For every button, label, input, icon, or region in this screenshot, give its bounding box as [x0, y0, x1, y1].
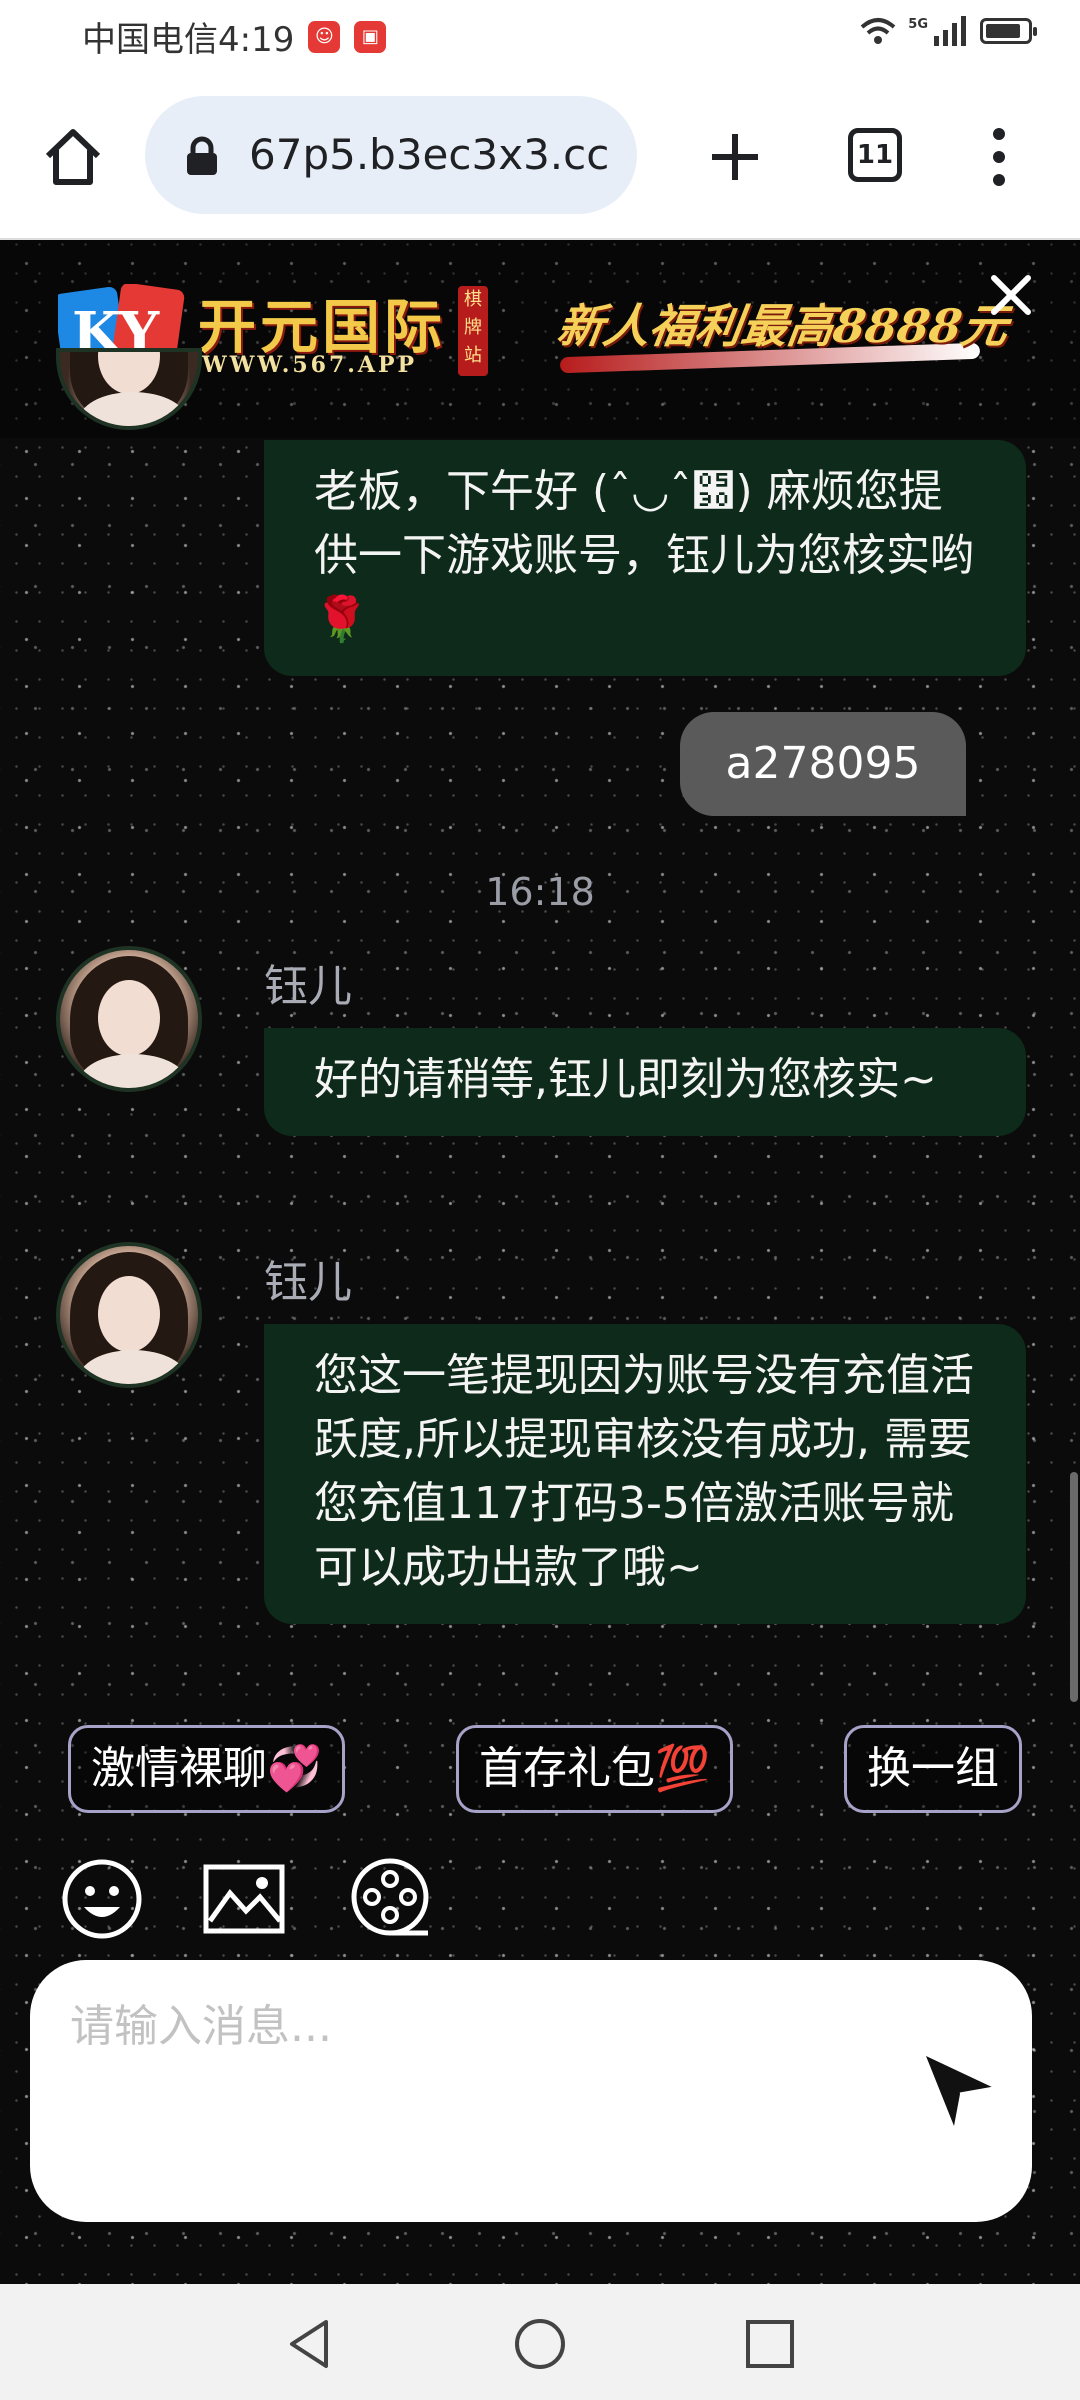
- notification-app-icon-2: ▣: [354, 20, 387, 53]
- carrier-time: 中国电信4:19: [82, 20, 295, 60]
- brand-site: WWW.567.APP: [202, 352, 418, 378]
- message-input[interactable]: 请输入消息...: [30, 1960, 1032, 2222]
- message-input-placeholder: 请输入消息...: [70, 2001, 332, 2052]
- brand-badge: 棋牌站: [458, 286, 488, 376]
- lock-icon: [187, 136, 217, 175]
- quick-reply-chip[interactable]: 激情裸聊💞: [68, 1725, 345, 1813]
- browser-toolbar: 67p5.b3ec3x3.cc 11: [0, 72, 1080, 240]
- message-text: 您这一笔提现因为账号没有充值活跃度,所以提现审核没有成功, 需要您充值117打码…: [314, 1350, 974, 1593]
- quick-reply-chip[interactable]: 首存礼包💯: [456, 1725, 733, 1813]
- recents-icon[interactable]: [742, 2316, 798, 2372]
- plus-icon[interactable]: [700, 122, 770, 192]
- emoji-icon[interactable]: [60, 1857, 144, 1941]
- system-nav-bar: [0, 2284, 1080, 2400]
- quick-reply-refresh[interactable]: 换一组: [844, 1725, 1022, 1813]
- message-text: a278095: [725, 738, 921, 789]
- notification-app-icon: ☺: [308, 20, 341, 53]
- battery-level: [986, 24, 1020, 38]
- network-type: 5G: [908, 16, 928, 32]
- agent-avatar[interactable]: [56, 1242, 202, 1388]
- signal-icon: [934, 16, 966, 46]
- message-text: 好的请稍等,钰儿即刻为您核实~: [314, 1054, 937, 1105]
- home-icon[interactable]: [38, 122, 108, 192]
- sender-name: 钰儿: [264, 961, 352, 1012]
- status-left: 中国电信4:19 ☺ ▣: [82, 12, 387, 61]
- wifi-icon: [860, 18, 896, 44]
- send-icon[interactable]: [920, 2050, 1000, 2130]
- back-icon[interactable]: [282, 2316, 338, 2372]
- agent-avatar[interactable]: [56, 946, 202, 1092]
- battery-icon: [980, 18, 1037, 44]
- sender-name: 钰儿: [264, 1257, 352, 1308]
- message-timestamp: 16:18: [485, 870, 595, 914]
- message-bubble-incoming: 好的请稍等,钰儿即刻为您核实~: [264, 1028, 1026, 1136]
- video-icon[interactable]: [348, 1857, 432, 1941]
- message-bubble-incoming: 您这一笔提现因为账号没有充值活跃度,所以提现审核没有成功, 需要您充值117打码…: [264, 1324, 1026, 1624]
- message-text: 老板，下午好 (ˆ◡ˆ԰) 麻烦您提供一下游戏账号，钰儿为您核实哟🌹: [314, 466, 974, 645]
- image-icon[interactable]: [202, 1857, 286, 1941]
- tab-count: 11: [856, 140, 894, 170]
- url-text[interactable]: 67p5.b3ec3x3.cc: [249, 130, 609, 179]
- home-circle-icon[interactable]: [512, 2316, 568, 2372]
- status-bar: 中国电信4:19 ☺ ▣ 5G: [0, 0, 1080, 72]
- message-bubble-incoming: 老板，下午好 (ˆ◡ˆ԰) 麻烦您提供一下游戏账号，钰儿为您核实哟🌹: [264, 440, 1026, 676]
- status-right: 5G: [860, 16, 1037, 46]
- scrollbar-thumb[interactable]: [1070, 1472, 1078, 1702]
- message-bubble-outgoing: a278095: [680, 712, 966, 816]
- promo-text: 新人福利最高8888元: [553, 299, 1012, 353]
- agent-avatar[interactable]: [56, 348, 202, 430]
- close-icon[interactable]: [986, 270, 1036, 320]
- address-bar[interactable]: 67p5.b3ec3x3.cc: [145, 96, 637, 214]
- menu-icon[interactable]: [984, 122, 1014, 192]
- chat-area[interactable]: KY 开元国际 WWW.567.APP 棋牌站 新人福利最高8888元 老板，下…: [0, 240, 1080, 2284]
- tabs-icon[interactable]: 11: [848, 128, 902, 182]
